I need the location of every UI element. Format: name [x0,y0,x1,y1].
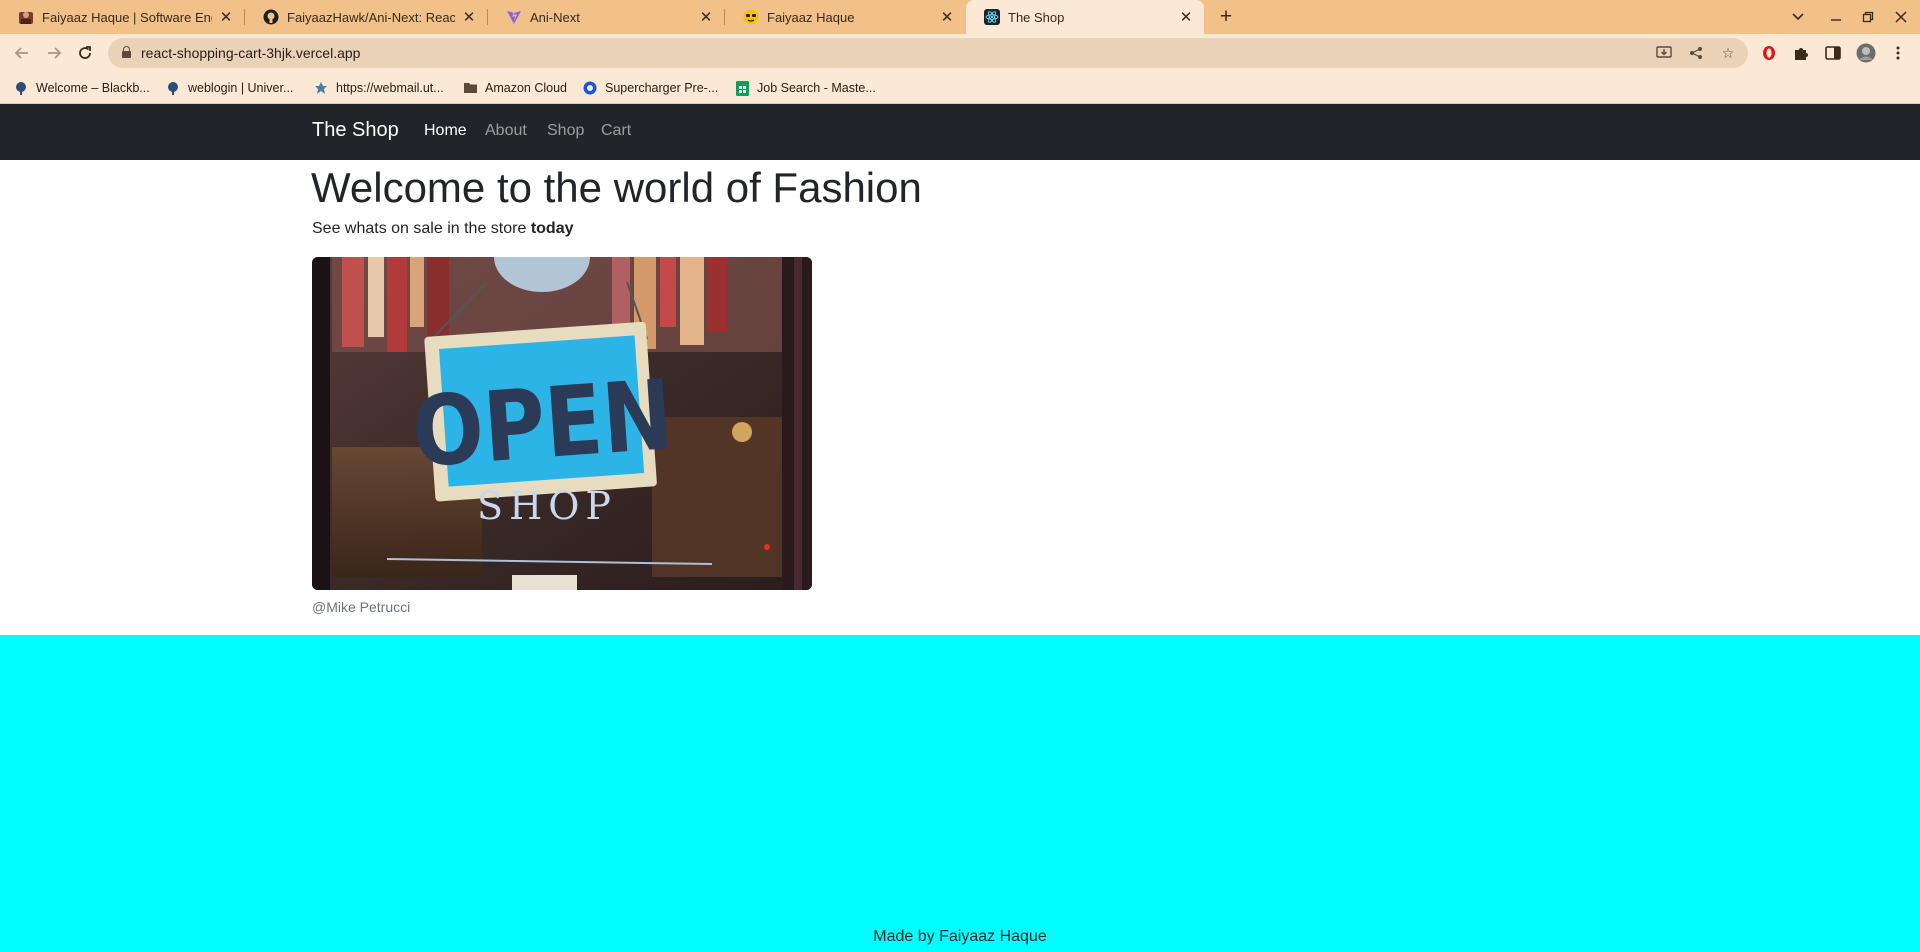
new-tab-button[interactable]: + [1213,5,1239,29]
bookmark-label: Welcome – Blackb... [36,81,150,95]
close-icon[interactable]: ✕ [218,9,234,26]
close-icon[interactable]: ✕ [939,9,955,26]
site-navbar: The Shop Home About Shop Cart [0,104,1920,160]
nav-cart[interactable]: Cart [601,122,631,140]
tab-title: The Shop [1008,9,1065,25]
close-window-icon[interactable] [1889,5,1913,29]
install-app-icon[interactable] [1653,43,1675,63]
nav-home[interactable]: Home [424,122,467,140]
close-icon[interactable]: ✕ [461,9,477,26]
tab-the-shop[interactable]: The Shop ✕ [966,0,1204,34]
image-credit: @Mike Petrucci [312,599,411,615]
tab-faiyaaz-haque[interactable]: Faiyaaz Haque ✕ [725,0,965,34]
brand-link[interactable]: The Shop [312,119,399,142]
page-viewport: The Shop Home About Shop Cart Welcome to… [0,104,1920,952]
tab-title: FaiyaazHawk/Ani-Next: React from [287,9,455,25]
bookmark-supercharger[interactable]: Supercharger Pre-... [582,79,718,97]
side-panel-icon[interactable] [1821,41,1845,65]
bookmark-weblogin[interactable]: weblogin | Univer... [165,79,293,97]
footer-text: Made by Faiyaaz Haque [873,928,1047,945]
bookmark-label: weblogin | Univer... [188,81,294,95]
portfolio-favicon-icon [18,9,34,25]
tab-portfolio[interactable]: Faiyaaz Haque | Software Engineer ✕ [0,0,244,34]
github-icon [263,9,279,25]
tab-strip: Faiyaaz Haque | Software Engineer ✕ Faiy… [0,0,1920,34]
shop-photo: OPEN SHOP [312,257,812,590]
open-shop-sign-image: OPEN SHOP [312,257,812,590]
supercharger-icon [582,80,598,96]
browser-toolbar: react-shopping-cart-3hjk.vercel.app ☆ [0,34,1920,72]
page-title: Welcome to the world of Fashion [311,164,922,211]
bookmark-amazon-cloud[interactable]: Amazon Cloud [462,79,567,97]
blackboard-icon [13,80,29,96]
nav-shop[interactable]: Shop [547,122,584,140]
bookmark-label: Amazon Cloud [485,81,567,95]
share-icon[interactable] [1685,43,1707,63]
close-icon[interactable]: ✕ [1178,9,1194,26]
bookmark-label: Job Search - Maste... [757,81,876,95]
bookmark-star-icon[interactable]: ☆ [1717,43,1739,63]
bookmark-label: https://webmail.ut... [336,81,444,95]
address-bar[interactable]: react-shopping-cart-3hjk.vercel.app ☆ [108,38,1748,68]
nav-about[interactable]: About [485,122,527,140]
folder-icon [462,80,478,96]
bookmarks-bar: Welcome – Blackb... weblogin | Univer...… [0,72,1920,104]
profile-avatar-icon[interactable] [1854,41,1878,65]
bookmark-webmail[interactable]: https://webmail.ut... [313,79,444,97]
sheets-icon [734,80,750,96]
webmail-icon [313,80,329,96]
tab-search-icon[interactable] [1786,5,1810,29]
lead-prefix: See whats on sale in the store [312,220,527,237]
forward-icon[interactable] [40,40,68,66]
bookmark-label: Supercharger Pre-... [605,81,719,95]
tab-title: Faiyaaz Haque [767,9,855,25]
opera-extension-icon[interactable] [1757,41,1781,65]
lock-icon[interactable] [122,46,131,58]
react-icon [984,9,1000,25]
bookmark-blackboard[interactable]: Welcome – Blackb... [13,79,150,97]
lead-text: See whats on sale in the store today [312,220,573,238]
sign-text: OPEN [409,360,677,490]
tab-title: Faiyaaz Haque | Software Engineer [42,9,212,25]
shop-lettering: SHOP [477,484,617,528]
tab-title: Ani-Next [530,9,580,25]
restore-icon[interactable] [1856,5,1880,29]
tab-github[interactable]: FaiyaazHawk/Ani-Next: React from ✕ [245,0,487,34]
vite-icon [506,9,522,25]
lead-emphasis: today [530,220,574,237]
university-icon [165,80,181,96]
minimize-icon[interactable] [1824,5,1848,29]
tab-ani-next[interactable]: Ani-Next ✕ [488,0,724,34]
site-footer: Made by Faiyaaz Haque [0,635,1920,952]
close-icon[interactable]: ✕ [698,9,714,26]
extensions-puzzle-icon[interactable] [1789,41,1813,65]
emoji-favicon-icon [743,9,759,25]
bookmark-job-search[interactable]: Job Search - Maste... [734,79,876,97]
back-icon[interactable] [8,40,36,66]
reload-icon[interactable] [71,40,99,66]
more-menu-icon[interactable] [1886,41,1910,65]
url-text[interactable]: react-shopping-cart-3hjk.vercel.app [141,45,360,61]
